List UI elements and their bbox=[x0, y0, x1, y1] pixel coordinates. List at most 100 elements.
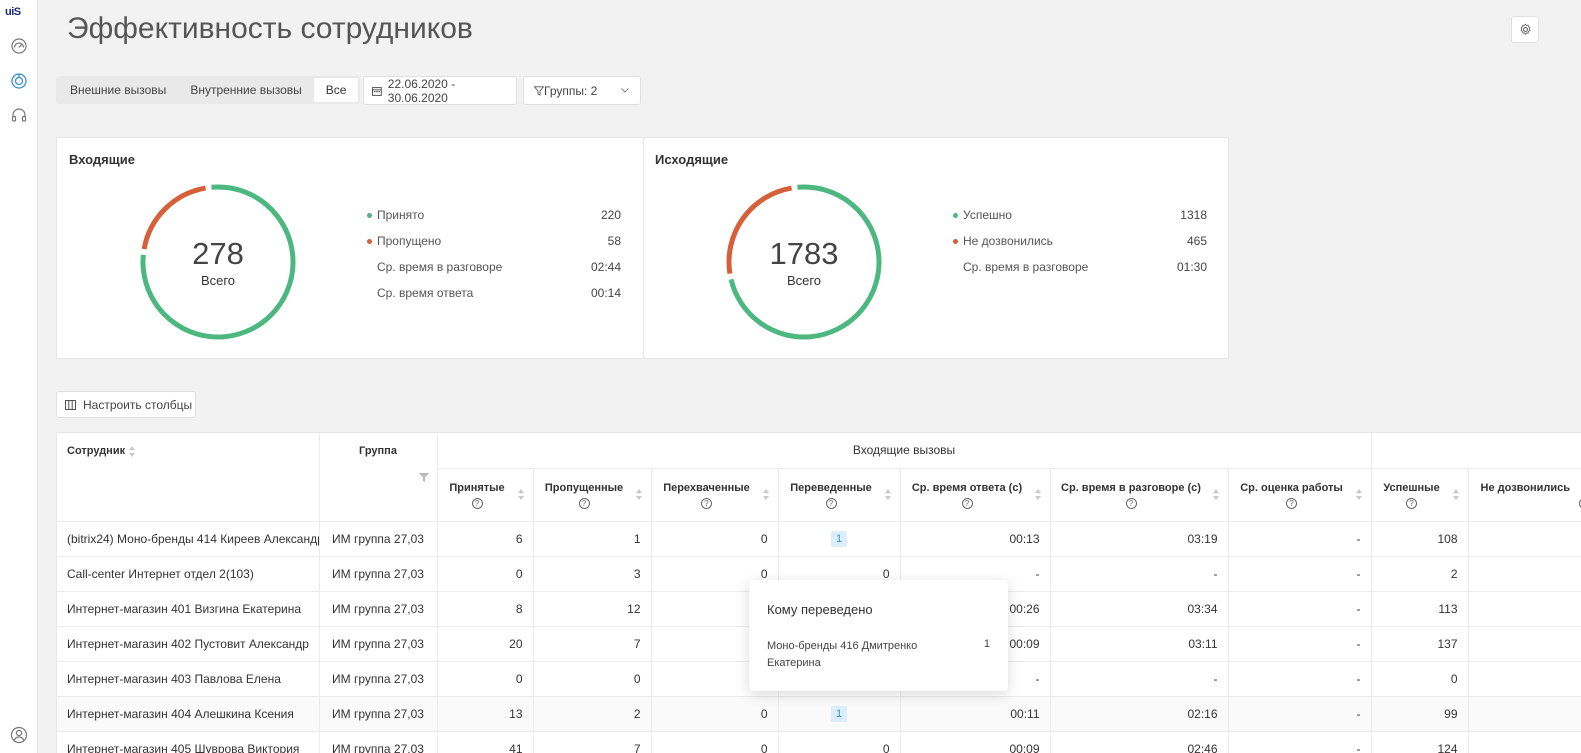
sort-icon[interactable] bbox=[762, 488, 770, 500]
funnel-icon[interactable] bbox=[418, 473, 429, 482]
col-avg-talk[interactable]: Ср. время в разговоре (с)? bbox=[1050, 468, 1229, 522]
cell-avg-answer: 00:13 bbox=[900, 521, 1051, 557]
stats-panel: Входящие 278 Всего Принято 220 Пропущено… bbox=[56, 137, 1229, 359]
cell-intercepted: 0 bbox=[651, 521, 779, 557]
table-row[interactable]: (bitrix24) Моно-бренды 414 Киреев Алекса… bbox=[57, 521, 1581, 557]
col-intercepted[interactable]: Перехваченные? bbox=[651, 468, 779, 522]
dashboard-icon[interactable] bbox=[10, 37, 28, 55]
sort-icon[interactable] bbox=[1452, 488, 1460, 500]
col-group[interactable]: Группа bbox=[319, 433, 438, 522]
tooltip-title: Кому переведено bbox=[767, 602, 873, 617]
cell-group: ИМ группа 27,03 bbox=[319, 521, 438, 557]
legend-value: 02:44 bbox=[590, 260, 621, 274]
configure-columns-button[interactable]: Настроить столбцы bbox=[56, 391, 196, 418]
profile-icon[interactable] bbox=[10, 726, 28, 744]
tab-external-calls[interactable]: Внешние вызовы bbox=[58, 78, 178, 102]
help-icon[interactable]: ? bbox=[1286, 497, 1298, 509]
cell-employee: Интернет-магазин 401 Визгина Екатерина bbox=[57, 591, 320, 627]
cell-rating: - bbox=[1228, 696, 1372, 732]
tab-internal-calls[interactable]: Внутренние вызовы bbox=[178, 78, 313, 102]
col-accepted[interactable]: Принятые? bbox=[437, 468, 534, 522]
transferred-badge[interactable]: 1 bbox=[830, 705, 848, 722]
outgoing-total-label: Всего bbox=[786, 273, 822, 288]
cell-avg-talk: - bbox=[1050, 661, 1229, 697]
sort-icon[interactable] bbox=[1212, 488, 1220, 500]
legend-label: Ср. время в разговоре bbox=[963, 260, 1089, 274]
help-icon[interactable]: ? bbox=[578, 497, 590, 509]
headset-icon[interactable] bbox=[10, 107, 28, 125]
cell-employee: (bitrix24) Моно-бренды 414 Киреев Алекса… bbox=[57, 521, 320, 557]
accepted-dot bbox=[367, 213, 372, 218]
calendar-icon bbox=[372, 86, 382, 96]
cell-success: 2 bbox=[1371, 556, 1469, 592]
cell-employee: Интернет-магазин 405 Шуврова Виктория bbox=[57, 731, 320, 753]
cell-success: 124 bbox=[1371, 731, 1469, 753]
col-missed[interactable]: Пропущенные? bbox=[533, 468, 652, 522]
sort-icon[interactable] bbox=[1034, 488, 1042, 500]
col-rating[interactable]: Ср. оценка работы? bbox=[1228, 468, 1372, 522]
analytics-icon[interactable] bbox=[10, 72, 28, 90]
col-label: Перехваченные bbox=[663, 481, 750, 494]
col-employee[interactable]: Сотрудник bbox=[57, 433, 320, 522]
help-icon[interactable]: ? bbox=[701, 497, 712, 509]
legend-label: Ср. время в разговоре bbox=[377, 260, 503, 274]
settings-button[interactable] bbox=[1511, 16, 1539, 43]
cell-rating: - bbox=[1228, 731, 1372, 753]
cell-rating: - bbox=[1228, 626, 1372, 662]
groups-filter-label: Группы: 2 bbox=[544, 83, 598, 98]
tooltip-target-count: 1 bbox=[983, 638, 990, 650]
col-label: Не дозвонились bbox=[1480, 481, 1571, 494]
incoming-legend-accepted: Принято 220 bbox=[367, 208, 621, 224]
transferred-badge[interactable]: 1 bbox=[830, 530, 848, 547]
col-label: Переведенные bbox=[790, 481, 872, 494]
cell-transferred[interactable]: 1 bbox=[778, 521, 901, 557]
tab-all-calls[interactable]: Все bbox=[313, 78, 359, 102]
app-logo[interactable]: uiЅ bbox=[5, 6, 21, 18]
legend-label: Пропущено bbox=[377, 234, 442, 248]
filter-icon bbox=[534, 85, 544, 96]
col-label: Принятые bbox=[449, 481, 505, 494]
help-icon[interactable]: ? bbox=[471, 497, 483, 509]
sort-icon[interactable] bbox=[884, 488, 892, 500]
cell-success: 113 bbox=[1371, 591, 1469, 627]
cell-missed: 1 bbox=[533, 521, 652, 557]
col-transferred[interactable]: Переведенные? bbox=[778, 468, 901, 522]
table-row[interactable]: Интернет-магазин 405 Шуврова Виктория ИМ … bbox=[57, 731, 1581, 753]
sort-icon[interactable] bbox=[1355, 488, 1363, 500]
incoming-total: 278 bbox=[192, 236, 244, 271]
legend-label: Не дозвонились bbox=[963, 234, 1053, 248]
cell-success: 0 bbox=[1371, 661, 1469, 697]
cell-rating: - bbox=[1228, 521, 1372, 557]
cell-employee: Call-center Интернет отдел 2(103) bbox=[57, 556, 320, 592]
cell-transferred[interactable]: 1 bbox=[778, 696, 901, 732]
help-icon[interactable]: ? bbox=[1406, 497, 1418, 509]
cell-avg-answer: 00:09 bbox=[900, 731, 1051, 753]
date-range-picker[interactable]: 22.06.2020 - 30.06.2020 bbox=[363, 76, 517, 105]
outgoing-total: 1783 bbox=[769, 236, 839, 271]
groups-filter[interactable]: Группы: 2 bbox=[523, 76, 641, 105]
col-label: Успешные bbox=[1383, 481, 1440, 494]
table-row[interactable]: Интернет-магазин 404 Алешкина Ксения ИМ г… bbox=[57, 696, 1581, 732]
cell-avg-talk: 02:46 bbox=[1050, 731, 1229, 753]
cell-accepted: 6 bbox=[437, 521, 534, 557]
cell-group: ИМ группа 27,03 bbox=[319, 591, 438, 627]
help-icon[interactable]: ? bbox=[1125, 497, 1137, 509]
cell-not-reached bbox=[1468, 731, 1581, 753]
help-icon[interactable]: ? bbox=[961, 497, 973, 509]
help-icon[interactable]: ? bbox=[825, 497, 837, 509]
success-dot bbox=[953, 213, 958, 218]
col-not-reached[interactable]: Не дозвонились? bbox=[1468, 468, 1581, 522]
cell-not-reached bbox=[1468, 661, 1581, 697]
legend-value: 58 bbox=[607, 234, 621, 248]
sort-icon[interactable] bbox=[517, 488, 525, 500]
col-success[interactable]: Успешные? bbox=[1371, 468, 1469, 522]
sort-icon[interactable] bbox=[635, 488, 643, 500]
cell-group: ИМ группа 27,03 bbox=[319, 696, 438, 732]
cell-rating: - bbox=[1228, 661, 1372, 697]
sort-icon[interactable] bbox=[129, 445, 136, 457]
col-avg-answer[interactable]: Ср. время ответа (с)? bbox=[900, 468, 1051, 522]
cell-accepted: 0 bbox=[437, 661, 534, 697]
col-label: Ср. время ответа (с) bbox=[911, 481, 1023, 494]
cell-transferred: 0 bbox=[778, 731, 901, 753]
cell-not-reached bbox=[1468, 696, 1581, 732]
